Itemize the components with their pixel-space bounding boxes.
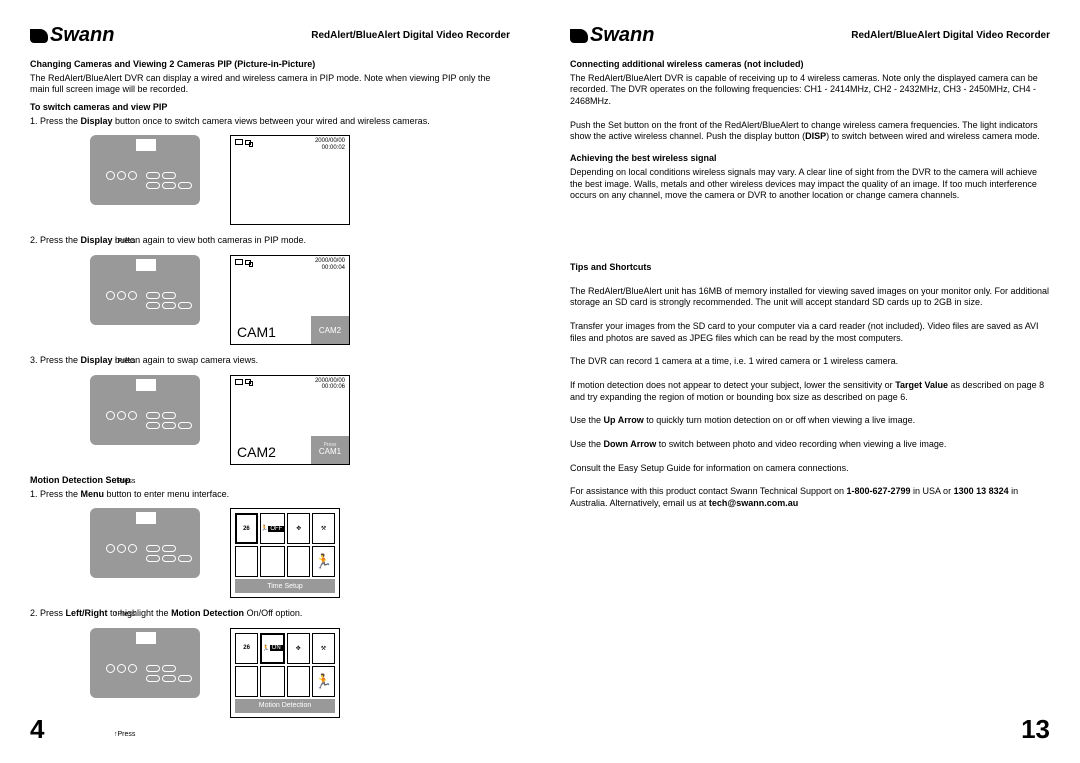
tips-p1: The RedAlert/BlueAlert unit has 16MB of … bbox=[570, 286, 1050, 309]
doc-title: RedAlert/BlueAlert Digital Video Recorde… bbox=[311, 30, 510, 41]
pip-intro: The RedAlert/BlueAlert DVR can display a… bbox=[30, 73, 510, 96]
screen-diagram-1: 2000/00/0000:00:02 bbox=[230, 135, 350, 225]
tips-p5: Use the Up Arrow to quickly turn motion … bbox=[570, 415, 1050, 427]
page-right: Swann RedAlert/BlueAlert Digital Video R… bbox=[540, 0, 1080, 763]
doc-title: RedAlert/BlueAlert Digital Video Recorde… bbox=[851, 30, 1050, 41]
screen-diagram-2: 2000/00/0000:00:04 CAM1 CAM2 bbox=[230, 255, 350, 345]
press-label: ↑Press bbox=[114, 731, 135, 738]
brand-logo: Swann bbox=[570, 24, 654, 47]
menu-cell-sens: ✥ bbox=[287, 513, 310, 544]
press-label: ↑Press bbox=[114, 238, 135, 245]
step-1: 1. Press the Display button once to swit… bbox=[30, 116, 510, 128]
figure-row-5: ↑Press 26 🏃ON ✥ ⚒ 🏃 Motion Detection bbox=[90, 628, 510, 718]
device-icon bbox=[90, 375, 200, 445]
pip-box: PressCAM1 bbox=[311, 436, 349, 464]
pip-heading: Changing Cameras and Viewing 2 Cameras P… bbox=[30, 59, 510, 71]
screen-diagram-3: 2000/00/0000:00:06 CAM2 PressCAM1 bbox=[230, 375, 350, 465]
brand-text: Swann bbox=[50, 24, 114, 46]
menu-cell-exit: 🏃 bbox=[312, 546, 335, 577]
swan-icon bbox=[570, 29, 588, 43]
device-diagram-3: ↑Press bbox=[90, 375, 200, 465]
press-label: ↑Press bbox=[114, 358, 135, 365]
device-diagram-5: ↑Press bbox=[90, 628, 200, 718]
swan-icon bbox=[30, 29, 48, 43]
page-number: 4 bbox=[30, 714, 44, 745]
tips-p7: Consult the Easy Setup Guide for informa… bbox=[570, 463, 1050, 475]
menu-cell-tool: ⚒ bbox=[312, 633, 335, 664]
step-2: 2. Press the Display button again to vie… bbox=[30, 235, 510, 247]
menu-cell-blank bbox=[287, 666, 310, 697]
tips-p4: If motion detection does not appear to d… bbox=[570, 380, 1050, 403]
switch-heading: To switch cameras and view PIP bbox=[30, 102, 510, 114]
device-diagram-1: ↑Press bbox=[90, 135, 200, 225]
tips-p3: The DVR can record 1 camera at a time, i… bbox=[570, 356, 1050, 368]
cam2-label: CAM2 bbox=[237, 444, 276, 460]
header: Swann RedAlert/BlueAlert Digital Video R… bbox=[570, 24, 1050, 47]
menu-cell-exit: 🏃 bbox=[312, 666, 335, 697]
figure-row-1: ↑Press 2000/00/0000:00:02 bbox=[90, 135, 510, 225]
press-label: ↑Press bbox=[114, 611, 135, 618]
header: Swann RedAlert/BlueAlert Digital Video R… bbox=[30, 24, 510, 47]
menu-footer: Motion Detection bbox=[235, 699, 335, 713]
motion-step-2: 2. Press Left/Right to highlight the Mot… bbox=[30, 608, 510, 620]
brand-logo: Swann bbox=[30, 24, 114, 47]
pip-box: CAM2 bbox=[311, 316, 349, 344]
menu-cell-motion: 🏃OFF bbox=[260, 513, 285, 544]
device-icon bbox=[90, 135, 200, 205]
menu-footer: Time Setup bbox=[235, 579, 335, 593]
figure-row-2: ↑Press 2000/00/0000:00:04 CAM1 CAM2 bbox=[90, 255, 510, 345]
menu-cell-blank bbox=[260, 666, 284, 697]
menu-screen-1: 26 🏃OFF ✥ ⚒ 🏃 Time Setup bbox=[230, 508, 340, 598]
figure-row-4: ↑Press 26 🏃OFF ✥ ⚒ 🏃 Time Setup bbox=[90, 508, 510, 598]
tips-p8: For assistance with this product contact… bbox=[570, 486, 1050, 509]
page-number: 13 bbox=[1021, 714, 1050, 745]
connect-p1: The RedAlert/BlueAlert DVR is capable of… bbox=[570, 73, 1050, 108]
device-diagram-2: ↑Press bbox=[90, 255, 200, 345]
motion-heading: Motion Detection Setup bbox=[30, 475, 510, 487]
menu-cell-blank bbox=[235, 666, 258, 697]
menu-screen-2: 26 🏃ON ✥ ⚒ 🏃 Motion Detection bbox=[230, 628, 340, 718]
cam1-label: CAM1 bbox=[237, 324, 276, 340]
signal-p: Depending on local conditions wireless s… bbox=[570, 167, 1050, 202]
menu-cell-tool: ⚒ bbox=[312, 513, 335, 544]
tips-p2: Transfer your images from the SD card to… bbox=[570, 321, 1050, 344]
step-3: 3. Press the Display button again to swa… bbox=[30, 355, 510, 367]
menu-cell-date: 26 bbox=[235, 633, 258, 664]
connect-heading: Connecting additional wireless cameras (… bbox=[570, 59, 1050, 71]
device-icon bbox=[90, 508, 200, 578]
signal-heading: Achieving the best wireless signal bbox=[570, 153, 1050, 165]
device-icon bbox=[90, 255, 200, 325]
device-diagram-4: ↑Press bbox=[90, 508, 200, 598]
tips-p6: Use the Down Arrow to switch between pho… bbox=[570, 439, 1050, 451]
connect-p2: Push the Set button on the front of the … bbox=[570, 120, 1050, 143]
figure-row-3: ↑Press 2000/00/0000:00:06 CAM2 PressCAM1 bbox=[90, 375, 510, 465]
motion-step-1: 1. Press the Menu button to enter menu i… bbox=[30, 489, 510, 501]
menu-cell-motion: 🏃ON bbox=[260, 633, 284, 664]
tips-heading: Tips and Shortcuts bbox=[570, 262, 1050, 274]
menu-cell-blank bbox=[287, 546, 310, 577]
menu-cell-blank bbox=[260, 546, 285, 577]
menu-cell-sens: ✥ bbox=[287, 633, 310, 664]
page-left: Swann RedAlert/BlueAlert Digital Video R… bbox=[0, 0, 540, 763]
press-label: ↑Press bbox=[114, 478, 135, 485]
device-icon bbox=[90, 628, 200, 698]
menu-cell-date: 26 bbox=[235, 513, 258, 544]
brand-text: Swann bbox=[590, 24, 654, 46]
menu-cell-blank bbox=[235, 546, 258, 577]
